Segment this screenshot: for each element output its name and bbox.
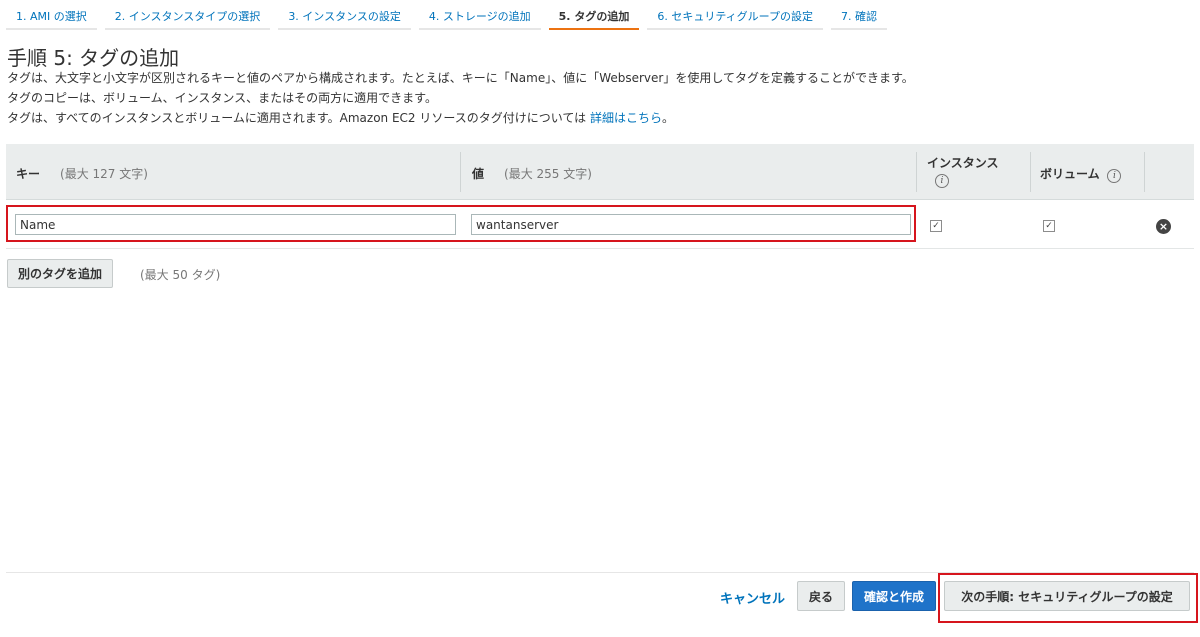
cancel-link[interactable]: キャンセル	[720, 588, 785, 607]
key-header-label: キー	[16, 167, 41, 181]
next-security-group-button[interactable]: 次の手順: セキュリティグループの設定	[944, 581, 1190, 611]
tag-value-input[interactable]	[471, 214, 911, 235]
value-column-header: 値 (最大 255 文字)	[472, 165, 592, 182]
instance-header-label: インスタンス	[927, 156, 999, 170]
add-tag-hint: (最大 50 タグ)	[140, 268, 221, 282]
volume-header-label: ボリューム	[1040, 167, 1100, 181]
tag-key-input[interactable]	[15, 214, 456, 235]
review-and-launch-button[interactable]: 確認と作成	[852, 581, 936, 611]
footer-divider	[6, 572, 1194, 573]
tag-row: ✓ ✓ ×	[6, 201, 1194, 249]
description-line-3: タグは、すべてのインスタンスとボリュームに適用されます。Amazon EC2 リ…	[7, 109, 674, 126]
add-tag-button[interactable]: 別のタグを追加	[7, 259, 114, 288]
info-icon[interactable]: i	[1107, 169, 1122, 183]
instance-column-header: インスタンス i	[927, 154, 999, 188]
back-button[interactable]: 戻る	[797, 581, 845, 611]
step-tab-tags[interactable]: 5. タグの追加	[548, 0, 640, 30]
column-divider	[1030, 152, 1031, 192]
value-header-hint: (最大 255 文字)	[504, 167, 592, 181]
instance-checkbox[interactable]: ✓	[930, 220, 942, 232]
description-line-3-text: タグは、すべてのインスタンスとボリュームに適用されます。Amazon EC2 リ…	[7, 111, 587, 125]
step-tab-instance-config[interactable]: 3. インスタンスの設定	[278, 0, 411, 30]
column-divider	[1144, 152, 1145, 192]
key-column-header: キー (最大 127 文字)	[16, 165, 148, 182]
step-tab-security-group[interactable]: 6. セキュリティグループの設定	[647, 0, 823, 30]
description-line-2: タグのコピーは、ボリューム、インスタンス、またはその両方に適用できます。	[7, 91, 437, 105]
tag-table-header: キー (最大 127 文字) 値 (最大 255 文字) インスタンス i ボリュー…	[6, 144, 1194, 200]
page-title: 手順 5: タグの追加	[7, 46, 180, 70]
info-icon[interactable]: i	[935, 174, 949, 188]
key-header-hint: (最大 127 文字)	[60, 167, 148, 181]
wizard-steps: 1. AMI の選択 2. インスタンスタイプの選択 3. インスタンスの設定 …	[6, 0, 895, 30]
column-divider	[460, 152, 461, 192]
learn-more-link[interactable]: 詳細はこちら	[590, 111, 662, 125]
description-line-3-end: 。	[662, 111, 675, 125]
description-line-1: タグは、大文字と小文字が区別されるキーと値のペアから構成されます。たとえば、キー…	[7, 71, 914, 85]
step-tab-review[interactable]: 7. 確認	[831, 0, 887, 30]
column-divider	[916, 152, 917, 192]
volume-checkbox[interactable]: ✓	[1043, 220, 1055, 232]
step-tab-instance-type[interactable]: 2. インスタンスタイプの選択	[104, 0, 271, 30]
step-tab-ami[interactable]: 1. AMI の選択	[6, 0, 97, 30]
volume-column-header: ボリューム i	[1040, 165, 1122, 183]
value-header-label: 値	[472, 167, 485, 181]
step-tab-storage[interactable]: 4. ストレージの追加	[418, 0, 541, 30]
remove-tag-icon[interactable]: ×	[1156, 219, 1171, 234]
